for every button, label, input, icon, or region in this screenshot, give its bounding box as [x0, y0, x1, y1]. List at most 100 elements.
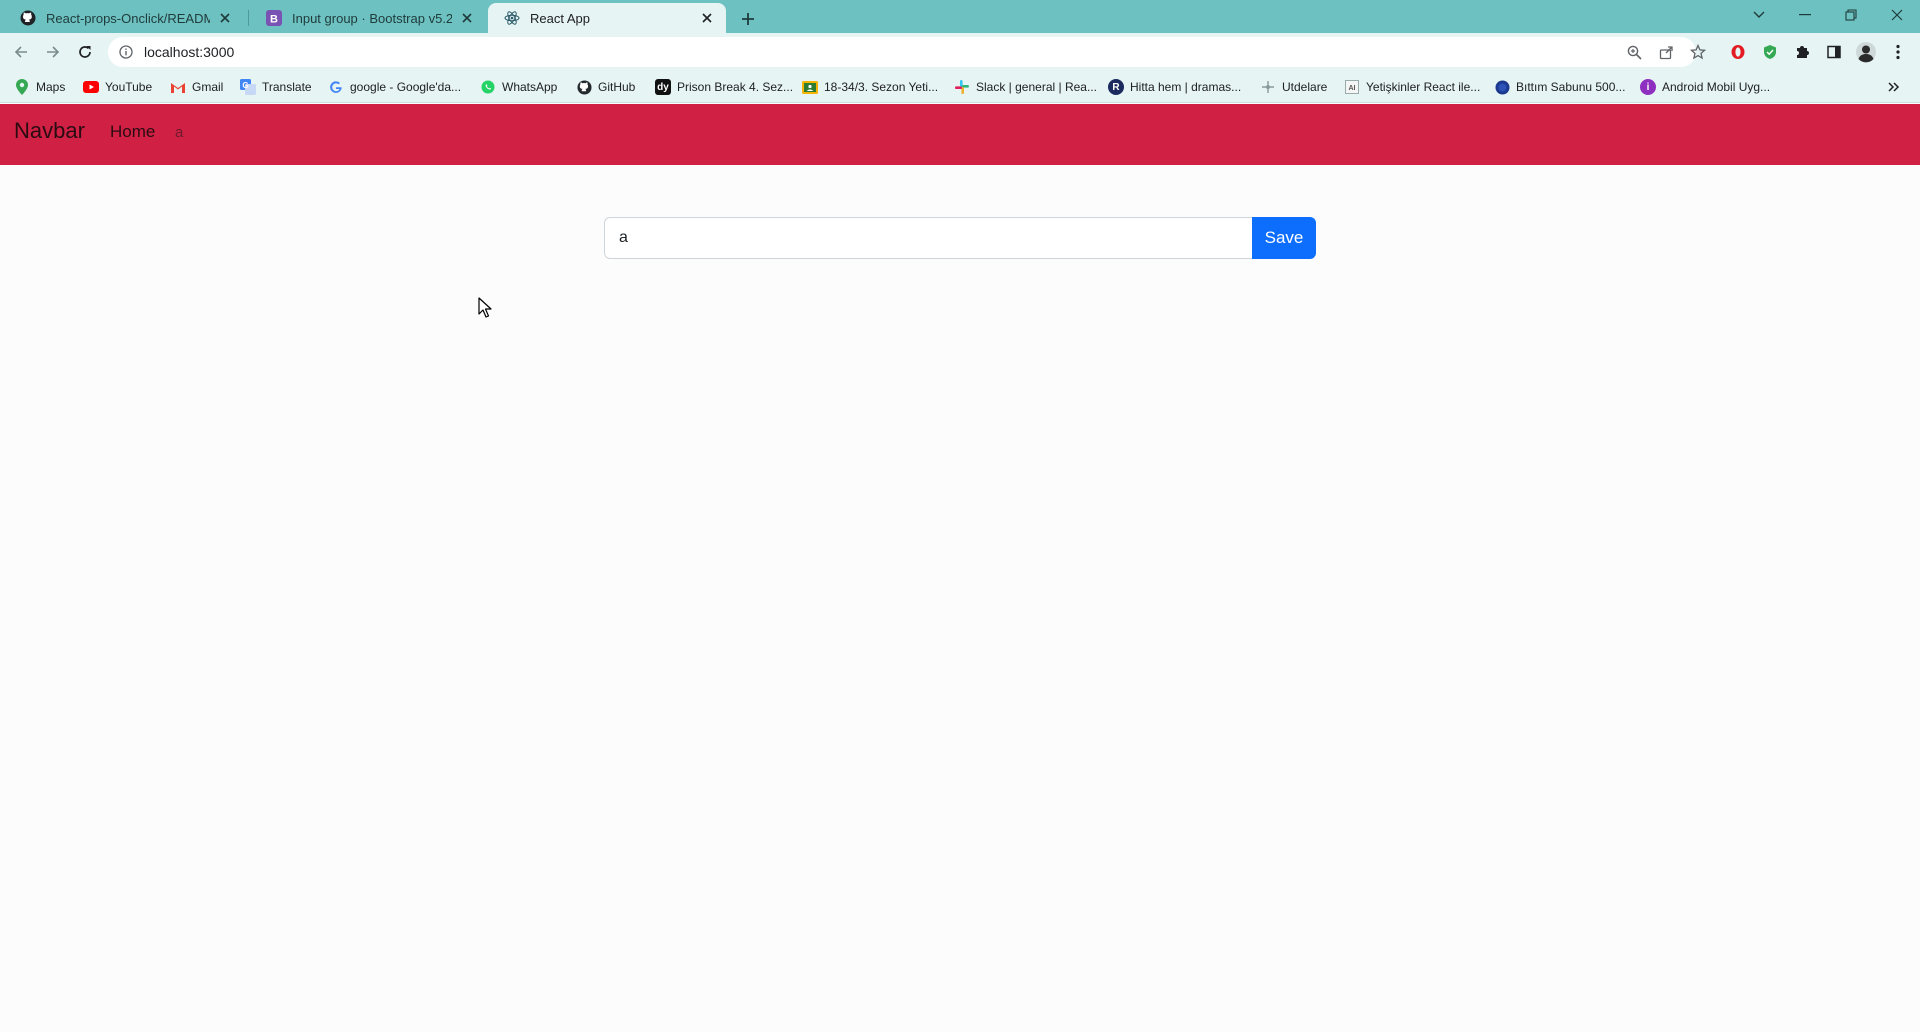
- arrow-left-icon: [14, 46, 27, 58]
- page-viewport: Navbar Home a Save: [0, 104, 1920, 1032]
- bookmark-label: Translate: [262, 80, 312, 94]
- app-navbar: Navbar Home a: [0, 104, 1920, 165]
- extensions-puzzle-icon[interactable]: [1788, 38, 1816, 66]
- bookmark-utdelare[interactable]: Utdelare: [1260, 77, 1327, 97]
- chevron-down-icon: [1753, 11, 1765, 18]
- close-icon: [1891, 9, 1903, 21]
- forward-button[interactable]: [39, 38, 67, 66]
- youtube-icon: [83, 79, 99, 95]
- bookmark-label: Gmail: [192, 80, 224, 94]
- bookmark-sabun[interactable]: Bıttım Sabunu 500...: [1494, 77, 1625, 97]
- bookmark-label: Android Mobil Uyg...: [1662, 80, 1771, 94]
- text-input[interactable]: [604, 217, 1252, 259]
- nav-link-a[interactable]: a: [175, 124, 183, 141]
- bookmark-gmail[interactable]: Gmail: [170, 77, 223, 97]
- plus-icon: [742, 13, 754, 25]
- address-bar[interactable]: localhost:3000: [108, 37, 1706, 67]
- android-course-icon: i: [1640, 79, 1656, 95]
- github-icon: [20, 10, 36, 26]
- translate-icon: G: [240, 79, 256, 95]
- close-window-button[interactable]: [1874, 0, 1920, 30]
- tab-react-app[interactable]: React App: [488, 3, 726, 33]
- profile-avatar-icon[interactable]: [1852, 38, 1880, 66]
- tab-title: React-props-Onclick/README.m: [46, 10, 210, 26]
- tab-search-button[interactable]: [1736, 0, 1782, 30]
- tab-github-readme[interactable]: React-props-Onclick/README.m: [4, 3, 244, 33]
- restore-icon: [1845, 9, 1857, 21]
- reload-icon: [79, 46, 91, 58]
- bookmarks-overflow-button[interactable]: [1888, 77, 1900, 97]
- bookmark-label: WhatsApp: [502, 80, 558, 94]
- svg-text:G: G: [242, 81, 248, 90]
- whatsapp-icon: [480, 79, 496, 95]
- github-icon: [576, 79, 592, 95]
- side-panel-icon[interactable]: [1820, 38, 1848, 66]
- reload-button[interactable]: [71, 38, 99, 66]
- bookmark-label: google - Google'da...: [350, 80, 462, 94]
- bookmark-whatsapp[interactable]: WhatsApp: [480, 77, 557, 97]
- bookmark-translate[interactable]: G Translate: [240, 77, 312, 97]
- restore-button[interactable]: [1828, 0, 1874, 30]
- dizi-icon: dy: [655, 79, 671, 95]
- bookmark-android[interactable]: i Android Mobil Uyg...: [1640, 77, 1770, 97]
- hitta-icon: R: [1108, 79, 1124, 95]
- bookmark-hitta[interactable]: R Hitta hem | dramas...: [1108, 77, 1241, 97]
- bookmark-label: Yetişkinler React ile...: [1366, 80, 1481, 94]
- close-icon[interactable]: [698, 9, 716, 27]
- zoom-icon[interactable]: [1620, 37, 1648, 67]
- minimize-button[interactable]: [1782, 0, 1828, 30]
- save-button[interactable]: Save: [1252, 217, 1316, 259]
- nav-link-home[interactable]: Home: [110, 122, 155, 142]
- bookmark-label: Prison Break 4. Sez...: [677, 80, 794, 94]
- bookmark-slack[interactable]: Slack | general | Rea...: [954, 77, 1097, 97]
- bookmark-react-course[interactable]: AI Yetişkinler React ile...: [1344, 77, 1480, 97]
- bookmark-label: Slack | general | Rea...: [976, 80, 1097, 94]
- share-icon[interactable]: [1652, 37, 1680, 67]
- opera-extension-icon[interactable]: [1724, 38, 1752, 66]
- navbar-brand[interactable]: Navbar: [14, 118, 85, 144]
- bookmark-label: Utdelare: [1282, 80, 1328, 94]
- google-icon: [328, 79, 344, 95]
- gmail-icon: [170, 79, 186, 95]
- tab-strip: React-props-Onclick/README.m B Input gro…: [0, 0, 1920, 33]
- shop-icon: [1494, 79, 1510, 95]
- bookmark-label: Hitta hem | dramas...: [1130, 80, 1242, 94]
- maps-icon: [14, 79, 30, 95]
- tab-bootstrap-input-group[interactable]: B Input group · Bootstrap v5.2: [250, 3, 486, 33]
- close-icon[interactable]: [458, 9, 476, 27]
- menu-kebab-icon[interactable]: [1884, 38, 1912, 66]
- bookmark-youtube[interactable]: YouTube: [83, 77, 152, 97]
- classroom-icon: [802, 79, 818, 95]
- close-icon[interactable]: [216, 9, 234, 27]
- svg-text:B: B: [270, 14, 278, 26]
- tab-title: React App: [530, 10, 590, 26]
- bookmark-label: YouTube: [105, 80, 153, 94]
- back-button[interactable]: [7, 38, 35, 66]
- new-tab-button[interactable]: [734, 5, 762, 33]
- info-icon[interactable]: [118, 44, 134, 60]
- url-text: localhost:3000: [144, 44, 235, 60]
- bookmark-star-icon[interactable]: [1684, 37, 1712, 67]
- bookmark-google[interactable]: google - Google'da...: [328, 77, 461, 97]
- bootstrap-icon: B: [266, 10, 282, 26]
- bookmark-sezon[interactable]: 18-34/3. Sezon Yeti...: [802, 77, 938, 97]
- mouse-cursor-icon: [478, 297, 492, 319]
- udemy-icon: AI: [1344, 79, 1360, 95]
- bookmark-label: 18-34/3. Sezon Yeti...: [824, 80, 939, 94]
- slack-icon: [954, 79, 970, 95]
- bookmark-github[interactable]: GitHub: [576, 77, 635, 97]
- tab-separator: [248, 10, 249, 26]
- double-chevron-right-icon: [1888, 82, 1900, 92]
- svg-text:AI: AI: [1349, 85, 1356, 92]
- bookmark-label: GitHub: [598, 80, 636, 94]
- browser-toolbar: localhost:3000: [0, 33, 1920, 71]
- bookmark-label: Bıttım Sabunu 500...: [1516, 80, 1626, 94]
- minimize-icon: [1799, 14, 1811, 16]
- bookmark-maps[interactable]: Maps: [14, 77, 65, 97]
- bookmarks-bar: Maps YouTube Gmail G Translate google - …: [0, 71, 1920, 103]
- tab-title: Input group · Bootstrap v5.2: [292, 10, 452, 26]
- arrow-right-icon: [47, 46, 60, 58]
- shield-icon[interactable]: [1756, 38, 1784, 66]
- bookmark-prison-break[interactable]: dy Prison Break 4. Sez...: [655, 77, 793, 97]
- input-group: Save: [604, 217, 1316, 259]
